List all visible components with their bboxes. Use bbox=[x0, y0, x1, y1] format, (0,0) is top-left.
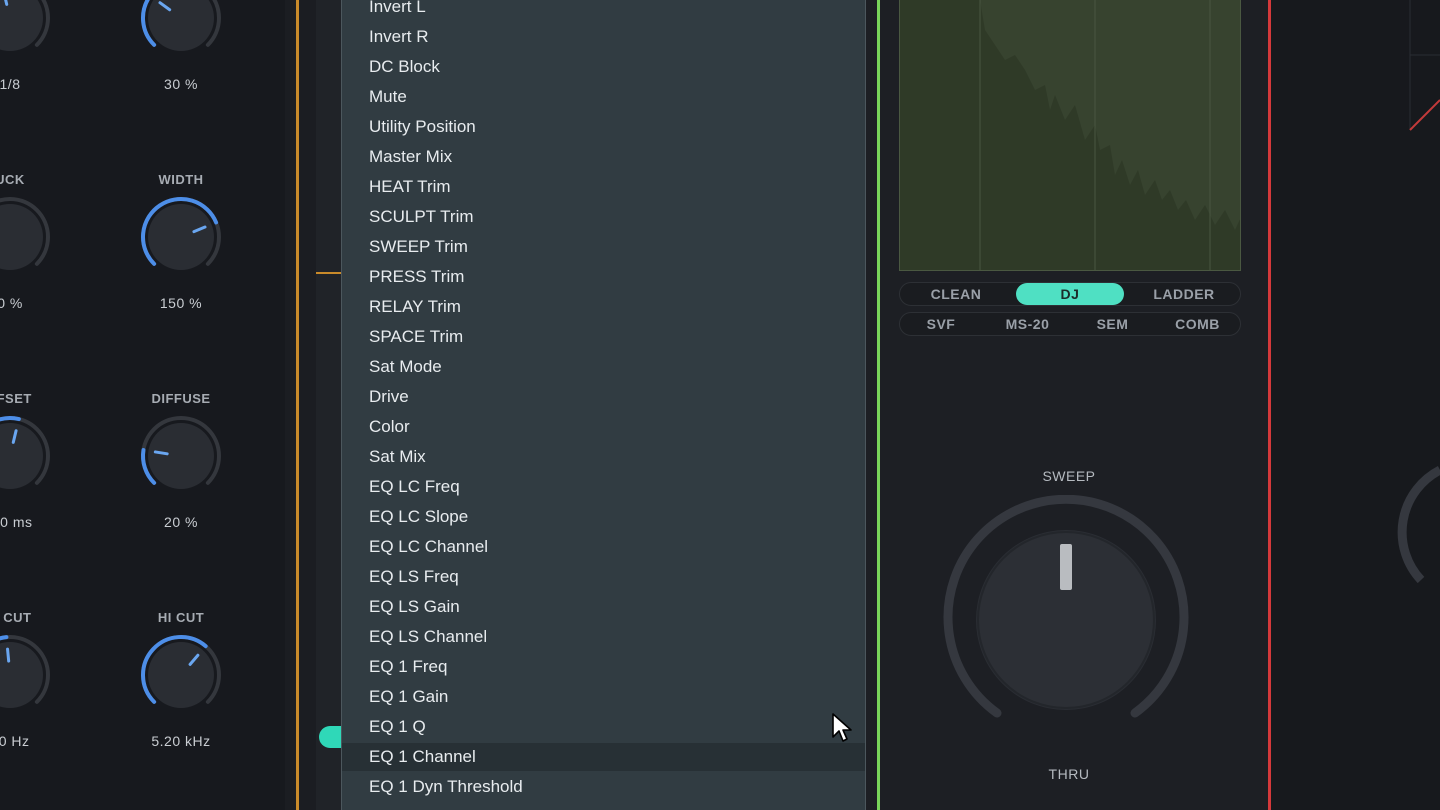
menu-item[interactable]: SCULPT Trim bbox=[342, 203, 865, 231]
knob-value: 1/8 bbox=[0, 76, 21, 92]
knob-value: 50 Hz bbox=[0, 733, 30, 749]
far-right-decor bbox=[1397, 0, 1440, 584]
eq-panel-strip bbox=[285, 0, 341, 810]
filter-type-button[interactable]: COMB bbox=[1155, 313, 1240, 335]
knob[interactable] bbox=[133, 0, 229, 66]
knob-value: 30 % bbox=[164, 76, 198, 92]
mouse-pointer-icon bbox=[832, 713, 852, 742]
menu-item[interactable]: EQ LC Slope bbox=[342, 503, 865, 531]
eq-panel-edge bbox=[316, 0, 341, 810]
menu-item[interactable]: SWEEP Trim bbox=[342, 233, 865, 261]
knob-value: 5.20 kHz bbox=[151, 733, 211, 749]
menu-item[interactable]: Color bbox=[342, 413, 865, 441]
filter-type-button[interactable]: CLEAN bbox=[900, 283, 1012, 305]
level-marker bbox=[316, 272, 341, 274]
filter-type-row-2: SVF MS-20 SEM COMB bbox=[899, 312, 1241, 336]
menu-item[interactable]: SPACE Trim bbox=[342, 323, 865, 351]
filter-type-button[interactable]: SVF bbox=[900, 313, 982, 335]
sweep-knob[interactable] bbox=[941, 495, 1189, 735]
far-right-panel bbox=[1271, 0, 1440, 810]
spectrum-analyzer bbox=[899, 0, 1241, 271]
menu-item[interactable]: Sat Mix bbox=[342, 443, 865, 471]
menu-item[interactable]: DC Block bbox=[342, 53, 865, 81]
menu-item[interactable]: Master Mix bbox=[342, 143, 865, 171]
menu-item[interactable]: RELAY Trim bbox=[342, 293, 865, 321]
filter-type-button[interactable]: MS-20 bbox=[985, 313, 1070, 335]
knob-value: 150 % bbox=[159, 295, 203, 311]
panel-divider-green bbox=[877, 0, 880, 810]
filter-type-row-1: CLEAN DJ LADDER bbox=[899, 282, 1241, 306]
menu-item[interactable]: Invert R bbox=[342, 23, 865, 51]
menu-item[interactable]: EQ LS Freq bbox=[342, 563, 865, 591]
knob[interactable] bbox=[133, 627, 229, 723]
knob-label: WIDTH bbox=[158, 172, 204, 187]
filter-type-button[interactable]: SEM bbox=[1070, 313, 1155, 335]
menu-item[interactable]: Sat Mode bbox=[342, 353, 865, 381]
toggle-pill[interactable] bbox=[319, 726, 341, 748]
knob[interactable] bbox=[133, 189, 229, 285]
menu-item[interactable]: Utility Position bbox=[342, 113, 865, 141]
menu-item[interactable]: EQ LC Channel bbox=[342, 533, 865, 561]
fx-knob-panel: 1/8 30 % UCK 0 % WIDTH 150 % FFSET 2.0 ms DIFFUS… bbox=[0, 0, 285, 810]
knob[interactable] bbox=[0, 0, 58, 66]
menu-item[interactable]: EQ 1 Gain bbox=[342, 683, 865, 711]
sweep-knob-pointer bbox=[1060, 544, 1072, 590]
filter-panel: CLEAN DJ LADDER SVF MS-20 SEM COMB SWEEP THRU bbox=[866, 0, 1270, 810]
knob-label: HI CUT bbox=[157, 610, 205, 625]
sweep-knob-label: SWEEP bbox=[1042, 468, 1096, 484]
menu-item[interactable]: EQ 1 Freq bbox=[342, 653, 865, 681]
menu-item[interactable]: Mute bbox=[342, 83, 865, 111]
menu-item[interactable]: EQ 1 Dyn Threshold bbox=[342, 773, 865, 801]
knob-label: FFSET bbox=[0, 391, 32, 406]
knob-label: DIFFUSE bbox=[151, 391, 211, 406]
menu-item[interactable]: Invert L bbox=[342, 0, 865, 21]
menu-item[interactable]: Drive bbox=[342, 383, 865, 411]
menu-item[interactable]: EQ LC Freq bbox=[342, 473, 865, 501]
knob-value: 2.0 ms bbox=[0, 514, 33, 530]
menu-item[interactable]: HEAT Trim bbox=[342, 173, 865, 201]
knob[interactable] bbox=[133, 408, 229, 504]
filter-type-button[interactable]: LADDER bbox=[1128, 283, 1240, 305]
panel-divider-orange bbox=[296, 0, 299, 810]
knob[interactable] bbox=[0, 189, 58, 285]
menu-item[interactable]: EQ 1 Channel bbox=[342, 743, 865, 771]
knob[interactable] bbox=[0, 627, 58, 723]
knob-label: UCK bbox=[0, 172, 25, 187]
menu-item[interactable]: PRESS Trim bbox=[342, 263, 865, 291]
knob-label: O CUT bbox=[0, 610, 32, 625]
menu-item[interactable]: EQ LS Gain bbox=[342, 593, 865, 621]
knob[interactable] bbox=[0, 408, 58, 504]
menu-item[interactable]: EQ LS Channel bbox=[342, 623, 865, 651]
knob-value: 0 % bbox=[0, 295, 23, 311]
parameter-dropdown-menu[interactable]: Invert L Invert R DC Block Mute Utility Posi… bbox=[341, 0, 866, 810]
spectrum-graph bbox=[900, 0, 1240, 270]
knob-value: 20 % bbox=[164, 514, 198, 530]
thru-label: THRU bbox=[1048, 766, 1090, 782]
menu-item[interactable]: EQ 1 Q bbox=[342, 713, 865, 741]
filter-type-button[interactable]: DJ bbox=[1016, 283, 1124, 305]
